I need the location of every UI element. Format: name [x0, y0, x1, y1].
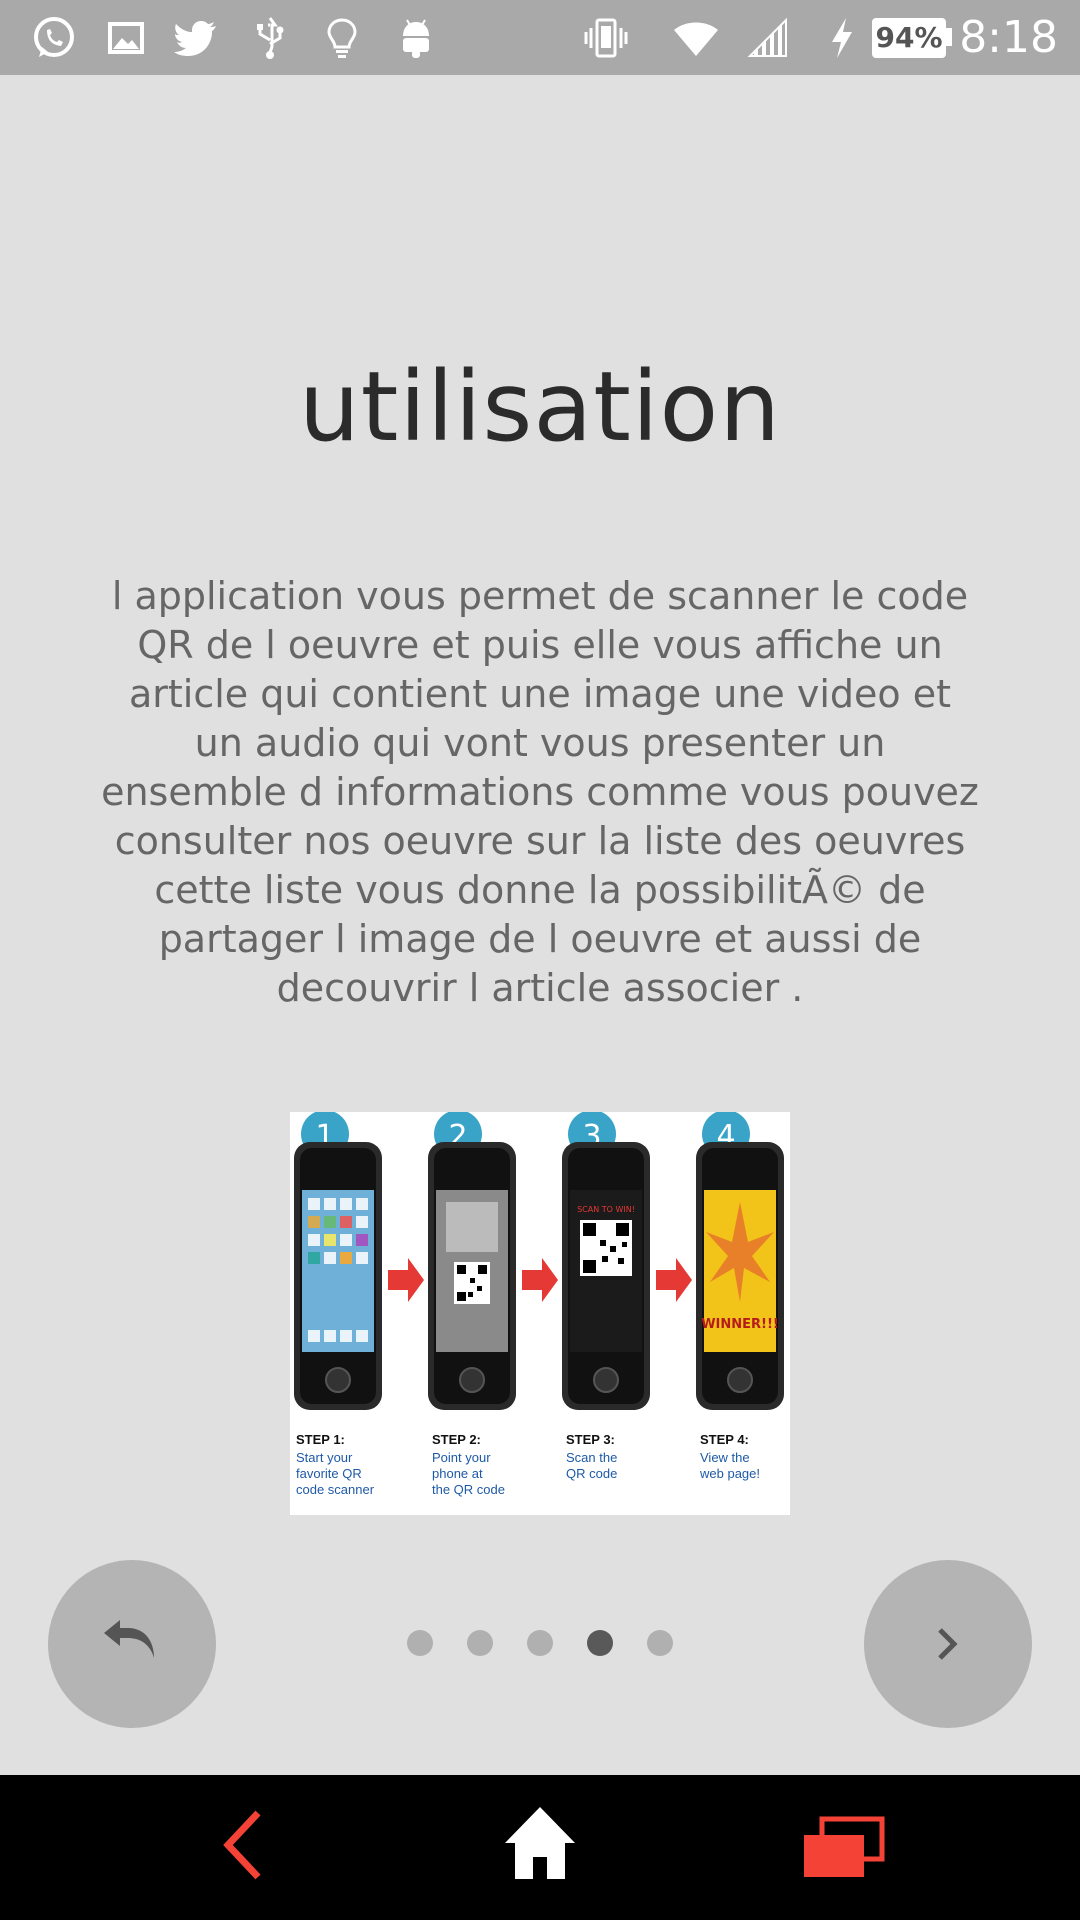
usb-icon — [257, 17, 284, 59]
battery-indicator: 94% — [872, 18, 946, 58]
nav-recents-button[interactable] — [786, 1795, 896, 1895]
page-indicator — [400, 1630, 680, 1658]
home-icon — [505, 1807, 575, 1879]
whatsapp-icon — [34, 17, 74, 57]
step-1-text-3: code scanner — [296, 1482, 375, 1497]
step-4-text-2: web page! — [699, 1466, 760, 1481]
nav-home-button[interactable] — [485, 1795, 595, 1895]
step-2-text-1: Point your — [432, 1450, 491, 1465]
step-3-text-1: Scan the — [566, 1450, 617, 1465]
page-dot-5[interactable] — [647, 1630, 673, 1656]
page-description: l application vous permet de scanner le … — [101, 574, 979, 1010]
step-4-phone: 4 WINNER!!! — [696, 1112, 784, 1410]
step-3-phone: 3 SCAN TO WIN! — [562, 1112, 650, 1410]
step-1-phone: 1 — [294, 1112, 382, 1410]
step-2-text-2: phone at — [432, 1466, 483, 1481]
undo-icon — [104, 1620, 154, 1658]
step-4-screen-text: WINNER!!! — [701, 1317, 779, 1332]
step-3-label: STEP 3: — [566, 1432, 615, 1447]
page-dot-3[interactable] — [527, 1630, 553, 1656]
android-icon — [403, 19, 429, 58]
page-title: utilisation — [298, 351, 782, 463]
recents-icon — [804, 1816, 885, 1877]
page-dot-2[interactable] — [467, 1630, 493, 1656]
wifi-icon — [674, 22, 718, 56]
vibrate-icon — [584, 18, 628, 58]
next-button[interactable] — [864, 1560, 1032, 1728]
qr-steps-graphic: 1 2 3 SCAN TO WIN! 4 WINNER!!! STEP 1: S… — [294, 1112, 784, 1497]
step-1-text-2: favorite QR — [296, 1466, 362, 1481]
back-icon — [223, 1810, 261, 1880]
step-3-text-2: QR code — [566, 1466, 617, 1481]
step-2-phone: 2 — [428, 1112, 516, 1410]
lightbulb-icon — [327, 18, 357, 58]
step-4-label: STEP 4: — [700, 1432, 749, 1447]
step-1-label: STEP 1: — [296, 1432, 345, 1447]
page-dot-4[interactable] — [587, 1630, 613, 1656]
page-dot-1[interactable] — [407, 1630, 433, 1656]
step-2-label: STEP 2: — [432, 1432, 481, 1447]
charging-icon — [832, 18, 852, 58]
step-3-screen-text: SCAN TO WIN! — [577, 1205, 635, 1214]
step-1-text-1: Start your — [296, 1450, 353, 1465]
battery-terminal — [946, 28, 952, 46]
image-icon — [108, 22, 144, 54]
step-4-text-1: View the — [700, 1450, 750, 1465]
qr-steps-illustration: 1 2 3 SCAN TO WIN! 4 WINNER!!! STEP 1: S… — [290, 1112, 790, 1515]
status-bar: 94% 8:18 — [0, 0, 1080, 75]
twitter-icon — [174, 21, 216, 56]
chevron-right-icon — [938, 1628, 958, 1660]
navigation-bar — [0, 1775, 1080, 1920]
clock: 8:18 — [959, 12, 1058, 63]
nav-back-button[interactable] — [186, 1795, 296, 1895]
signal-icon — [747, 17, 787, 57]
back-button[interactable] — [48, 1560, 216, 1728]
step-2-text-3: the QR code — [432, 1482, 505, 1497]
